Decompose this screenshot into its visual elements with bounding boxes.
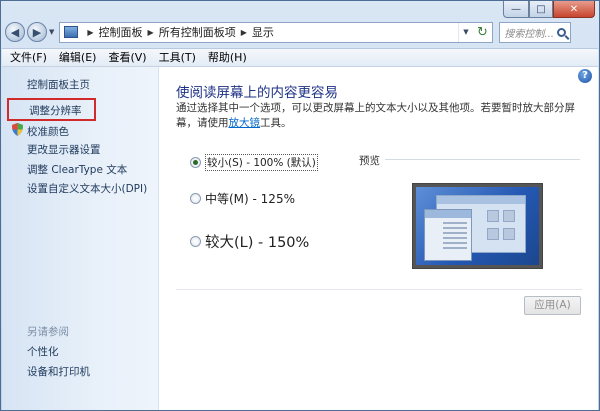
menu-bar: 文件(F) 编辑(E) 查看(V) 工具(T) 帮助(H)	[2, 48, 598, 67]
option-larger-label[interactable]: 较大(L) - 150%	[205, 231, 309, 252]
forward-arrow-icon: ▶	[32, 25, 42, 39]
preview-divider	[385, 159, 580, 160]
breadcrumb-separator-icon[interactable]: ▶	[241, 28, 247, 37]
sidebar-item-devices-printers[interactable]: 设备和打印机	[27, 364, 90, 379]
help-icon[interactable]: ?	[578, 69, 592, 83]
sidebar-item-cleartype[interactable]: 调整 ClearType 文本	[27, 162, 127, 177]
see-also-heading: 另请参阅	[27, 326, 69, 338]
content-area: 控制面板主页 调整分辨率 校准颜色 更改显示器设置 调整 ClearType 文…	[2, 67, 598, 410]
preview-tile	[487, 210, 499, 222]
close-button[interactable]: ✕	[553, 1, 595, 18]
recent-pages-dropdown-icon[interactable]: ▼	[49, 28, 54, 36]
menu-view[interactable]: 查看(V)	[102, 48, 152, 67]
back-button[interactable]: ◀	[5, 22, 25, 42]
option-medium-label[interactable]: 中等(M) - 125%	[205, 190, 295, 207]
sidebar-item-calibrate-color[interactable]: 校准颜色	[27, 124, 69, 139]
back-arrow-icon: ◀	[10, 25, 20, 39]
sidebar-item-adjust-resolution[interactable]: 调整分辨率	[29, 103, 82, 118]
option-smaller[interactable]: 较小(S) - 100% (默认)	[190, 154, 318, 171]
preview-tile	[487, 228, 499, 240]
preview-lines	[443, 222, 467, 252]
search-icon[interactable]	[557, 27, 567, 37]
control-panel-icon	[64, 26, 79, 38]
menu-help[interactable]: 帮助(H)	[202, 48, 253, 67]
preview-label: 预览	[359, 155, 380, 167]
sidebar: 控制面板主页 调整分辨率 校准颜色 更改显示器设置 调整 ClearType 文…	[2, 67, 159, 410]
control-panel-window: — □ ✕ ◀ ▶ ▼ ▶ 控制面板 ▶ 所有控制面板项 ▶ 显示 ▼ ↻ 搜索…	[0, 0, 600, 411]
menu-edit[interactable]: 编辑(E)	[53, 48, 103, 67]
radio-medium[interactable]	[190, 193, 201, 204]
address-dropdown-icon[interactable]: ▼	[458, 22, 472, 42]
apply-button[interactable]: 应用(A)	[524, 296, 581, 315]
radio-smaller[interactable]	[190, 157, 201, 168]
breadcrumb-all-items[interactable]: 所有控制面板项	[159, 24, 236, 40]
preview-tile	[503, 228, 515, 240]
content-divider	[176, 289, 582, 290]
option-medium[interactable]: 中等(M) - 125%	[190, 190, 295, 207]
refresh-icon[interactable]: ↻	[472, 25, 492, 40]
page-title: 使阅读屏幕上的内容更容易	[176, 85, 338, 101]
minimize-button[interactable]: —	[503, 1, 529, 18]
maximize-button[interactable]: □	[529, 1, 553, 18]
option-smaller-label[interactable]: 较小(S) - 100% (默认)	[205, 154, 318, 171]
description-suffix: 工具。	[260, 117, 292, 129]
menu-file[interactable]: 文件(F)	[2, 48, 53, 67]
address-toolbar: ◀ ▶ ▼ ▶ 控制面板 ▶ 所有控制面板项 ▶ 显示 ▼ ↻ 搜索控制...	[5, 21, 597, 43]
breadcrumb-control-panel[interactable]: 控制面板	[99, 24, 143, 40]
breadcrumb-separator-icon[interactable]: ▶	[87, 28, 93, 37]
menu-tools[interactable]: 工具(T)	[153, 48, 202, 67]
preview-image	[412, 183, 543, 269]
shield-icon	[12, 123, 23, 136]
search-placeholder: 搜索控制...	[504, 28, 554, 40]
caption-buttons: — □ ✕	[503, 1, 595, 19]
sidebar-item-personalization[interactable]: 个性化	[27, 344, 59, 359]
radio-larger[interactable]	[190, 236, 201, 247]
address-bar[interactable]: ▶ 控制面板 ▶ 所有控制面板项 ▶ 显示 ▼ ↻	[59, 21, 494, 43]
breadcrumb-separator-icon[interactable]: ▶	[148, 28, 154, 37]
preview-tile	[503, 210, 515, 222]
forward-button[interactable]: ▶	[27, 22, 47, 42]
preview-desktop	[416, 187, 539, 265]
option-larger[interactable]: 较大(L) - 150%	[190, 231, 309, 252]
breadcrumb-display[interactable]: 显示	[252, 24, 274, 40]
search-input[interactable]: 搜索控制...	[499, 21, 572, 43]
page-description: 通过选择其中一个选项，可以更改屏幕上的文本大小以及其他项。若要暂时放大部分屏幕，…	[176, 101, 594, 131]
magnifier-link[interactable]: 放大镜	[229, 117, 261, 129]
sidebar-item-change-display-settings[interactable]: 更改显示器设置	[27, 142, 101, 157]
sidebar-item-home[interactable]: 控制面板主页	[27, 77, 90, 92]
sidebar-item-custom-dpi[interactable]: 设置自定义文本大小(DPI)	[27, 181, 147, 196]
preview-window-front	[424, 209, 472, 261]
